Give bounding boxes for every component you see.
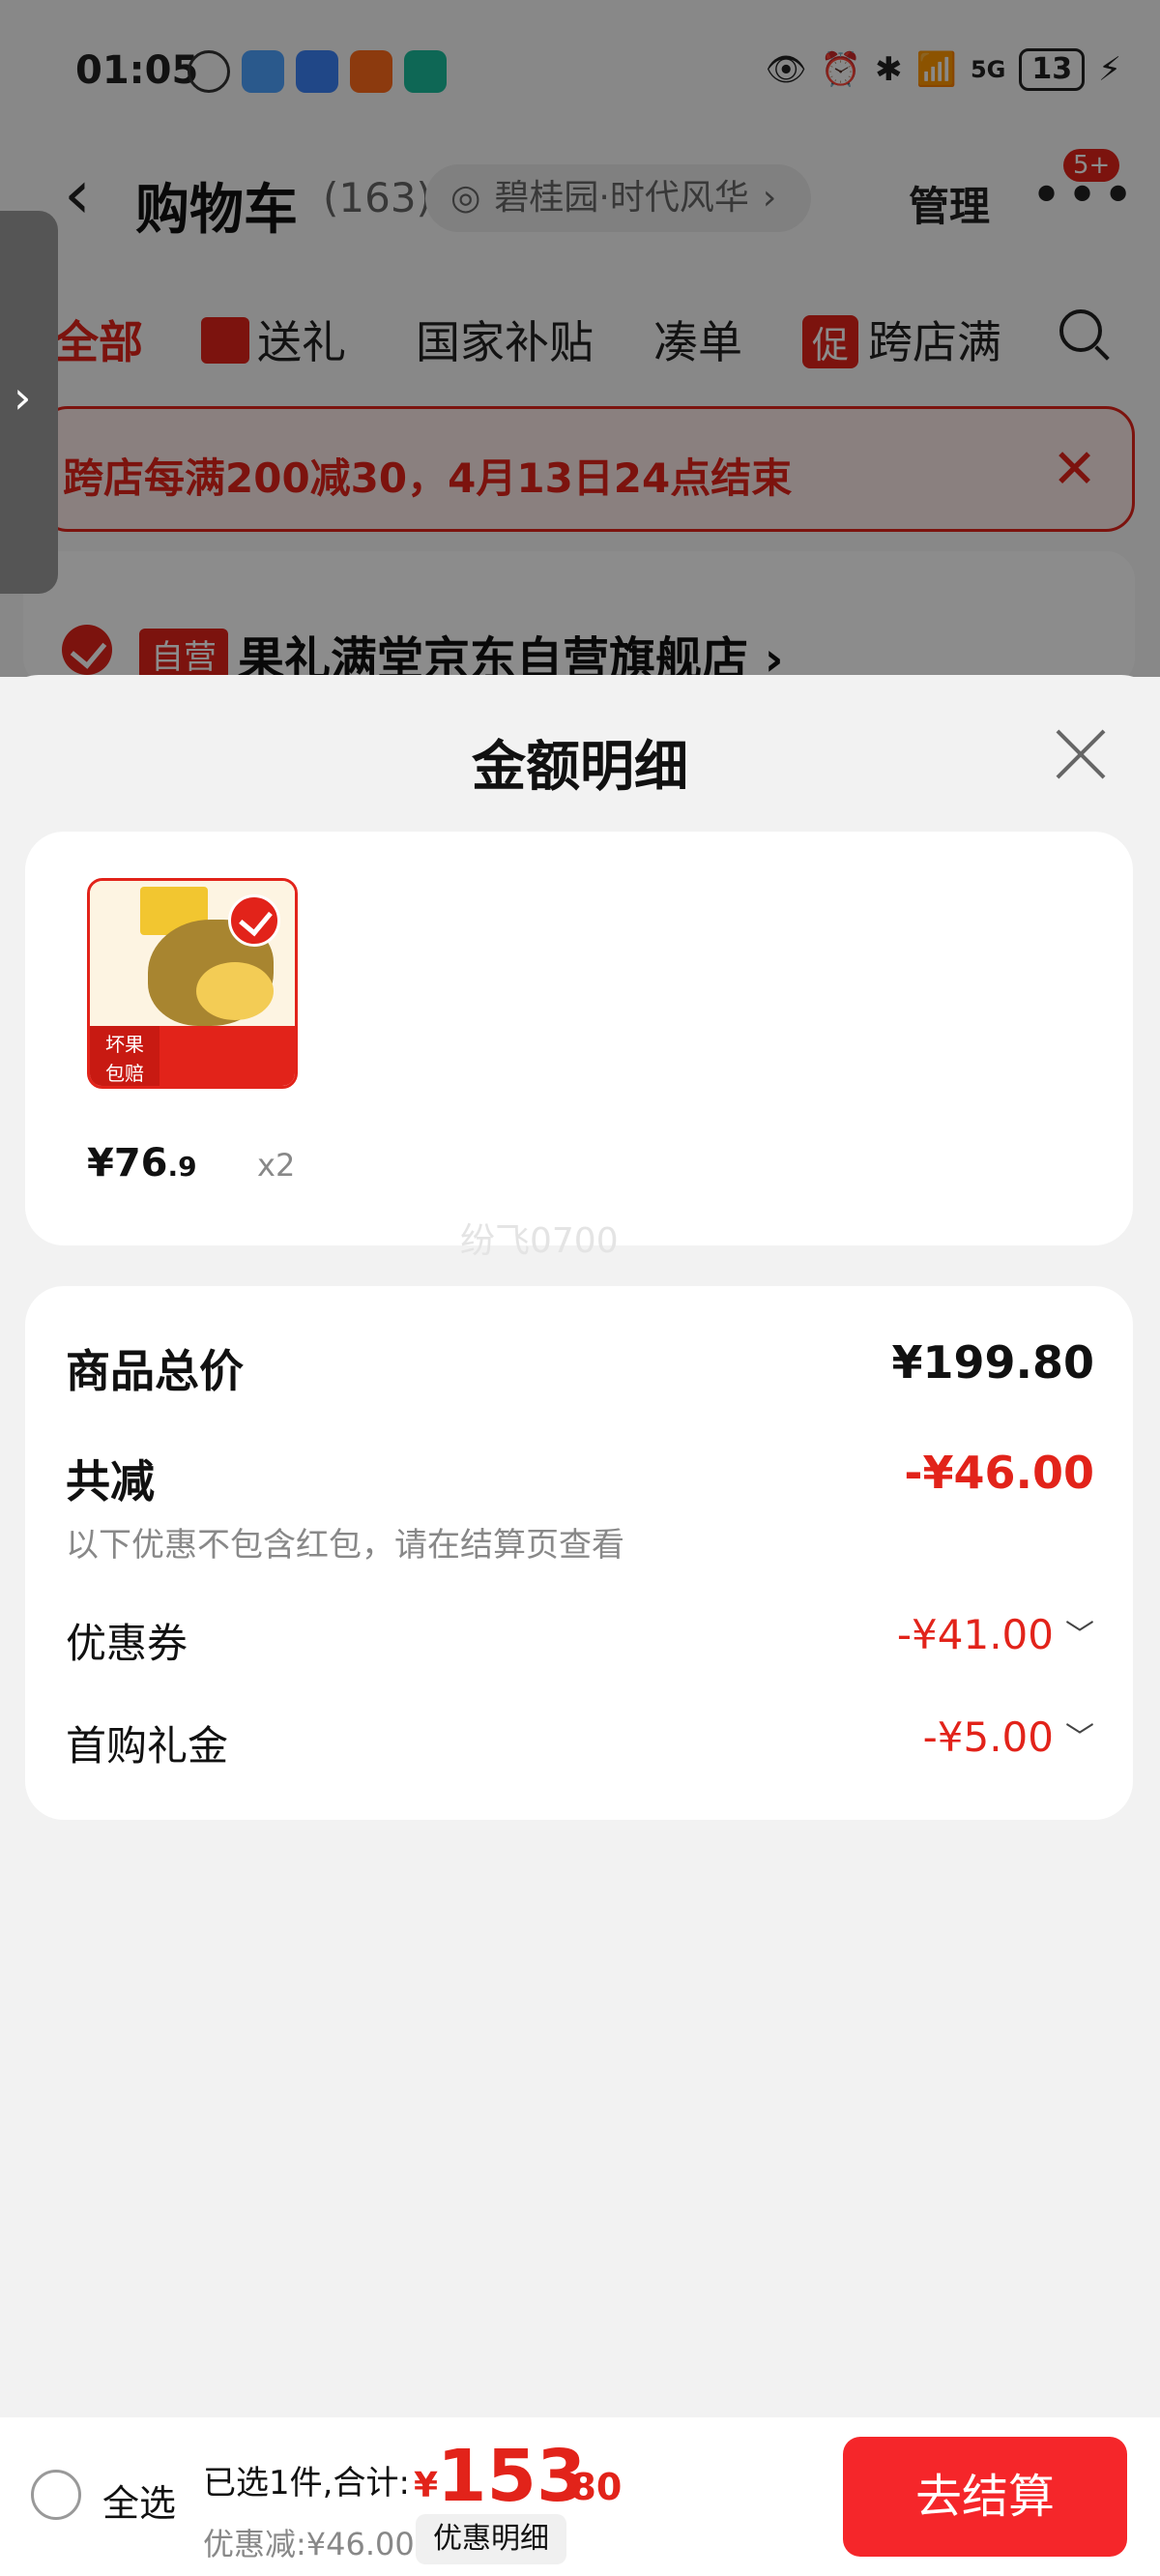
bottom-bar: 全选 已选1件,合计: ¥ 153 .80 优惠减:¥46.00 优惠明细 去结… (0, 2417, 1160, 2576)
bad-fruit-guarantee-tag: 坏果 包赔 (90, 1026, 160, 1086)
discount-detail-button[interactable]: 优惠明细 (416, 2514, 566, 2564)
close-icon[interactable] (1054, 725, 1108, 779)
gift-value: -¥5.00 (922, 1713, 1054, 1761)
coupon-label: 优惠券 (66, 1620, 188, 1667)
price-dec: .9 (167, 1151, 197, 1183)
reduce-label: 共减 (66, 1455, 155, 1508)
selected-count-text: 已选1件,合计: (203, 2464, 410, 2503)
chevron-right-icon: › (14, 371, 32, 424)
guarantee-line-1: 坏果 (105, 1033, 144, 1056)
product-card: 坏果 包赔 ¥76.9 x2 (25, 832, 1133, 1245)
side-drawer-handle[interactable]: › (0, 211, 58, 594)
total-amount-decimal: .80 (557, 2466, 623, 2508)
price-int: ¥76 (87, 1141, 168, 1186)
coupon-value: -¥41.00 (896, 1611, 1054, 1658)
discount-text: 优惠减:¥46.00 (203, 2526, 415, 2562)
modal-overlay[interactable] (0, 0, 1160, 677)
total-label: 商品总价 (66, 1345, 244, 1397)
watermark: 纷飞0700 (460, 1221, 619, 1261)
price-summary-card: 商品总价 ¥199.80 共减 -¥46.00 以下优惠不包含红包，请在结算页查… (25, 1286, 1133, 1820)
checkout-button[interactable]: 去结算 (843, 2437, 1127, 2557)
gift-value-row[interactable]: -¥5.00 ﹀ (923, 1713, 1094, 1761)
product-quantity: x2 (257, 1147, 296, 1184)
durian-flesh-graphic (196, 962, 274, 1020)
reduce-value: -¥46.00 (904, 1447, 1094, 1499)
sheet-title: 金额明细 (472, 736, 688, 799)
selected-check-icon (228, 894, 280, 947)
reduce-note: 以下优惠不包含红包，请在结算页查看 (66, 1526, 624, 1565)
guarantee-line-2: 包赔 (105, 1062, 144, 1085)
gift-label: 首购礼金 (66, 1722, 229, 1770)
chevron-down-icon: ﹀ (1065, 1619, 1094, 1653)
product-thumbnail[interactable]: 坏果 包赔 (87, 878, 298, 1089)
select-all-radio[interactable] (31, 2470, 81, 2520)
select-all-label[interactable]: 全选 (102, 2474, 176, 2527)
product-price: ¥76.9 (87, 1141, 197, 1186)
chevron-down-icon: ﹀ (1065, 1721, 1094, 1755)
total-currency: ¥ (414, 2466, 439, 2505)
total-value: ¥199.80 (891, 1336, 1094, 1389)
coupon-value-row[interactable]: -¥41.00 ﹀ (897, 1611, 1094, 1658)
amount-detail-sheet: 金额明细 坏果 包赔 ¥76.9 x2 商品总价 ¥199.80 共减 -¥46… (0, 675, 1160, 2417)
